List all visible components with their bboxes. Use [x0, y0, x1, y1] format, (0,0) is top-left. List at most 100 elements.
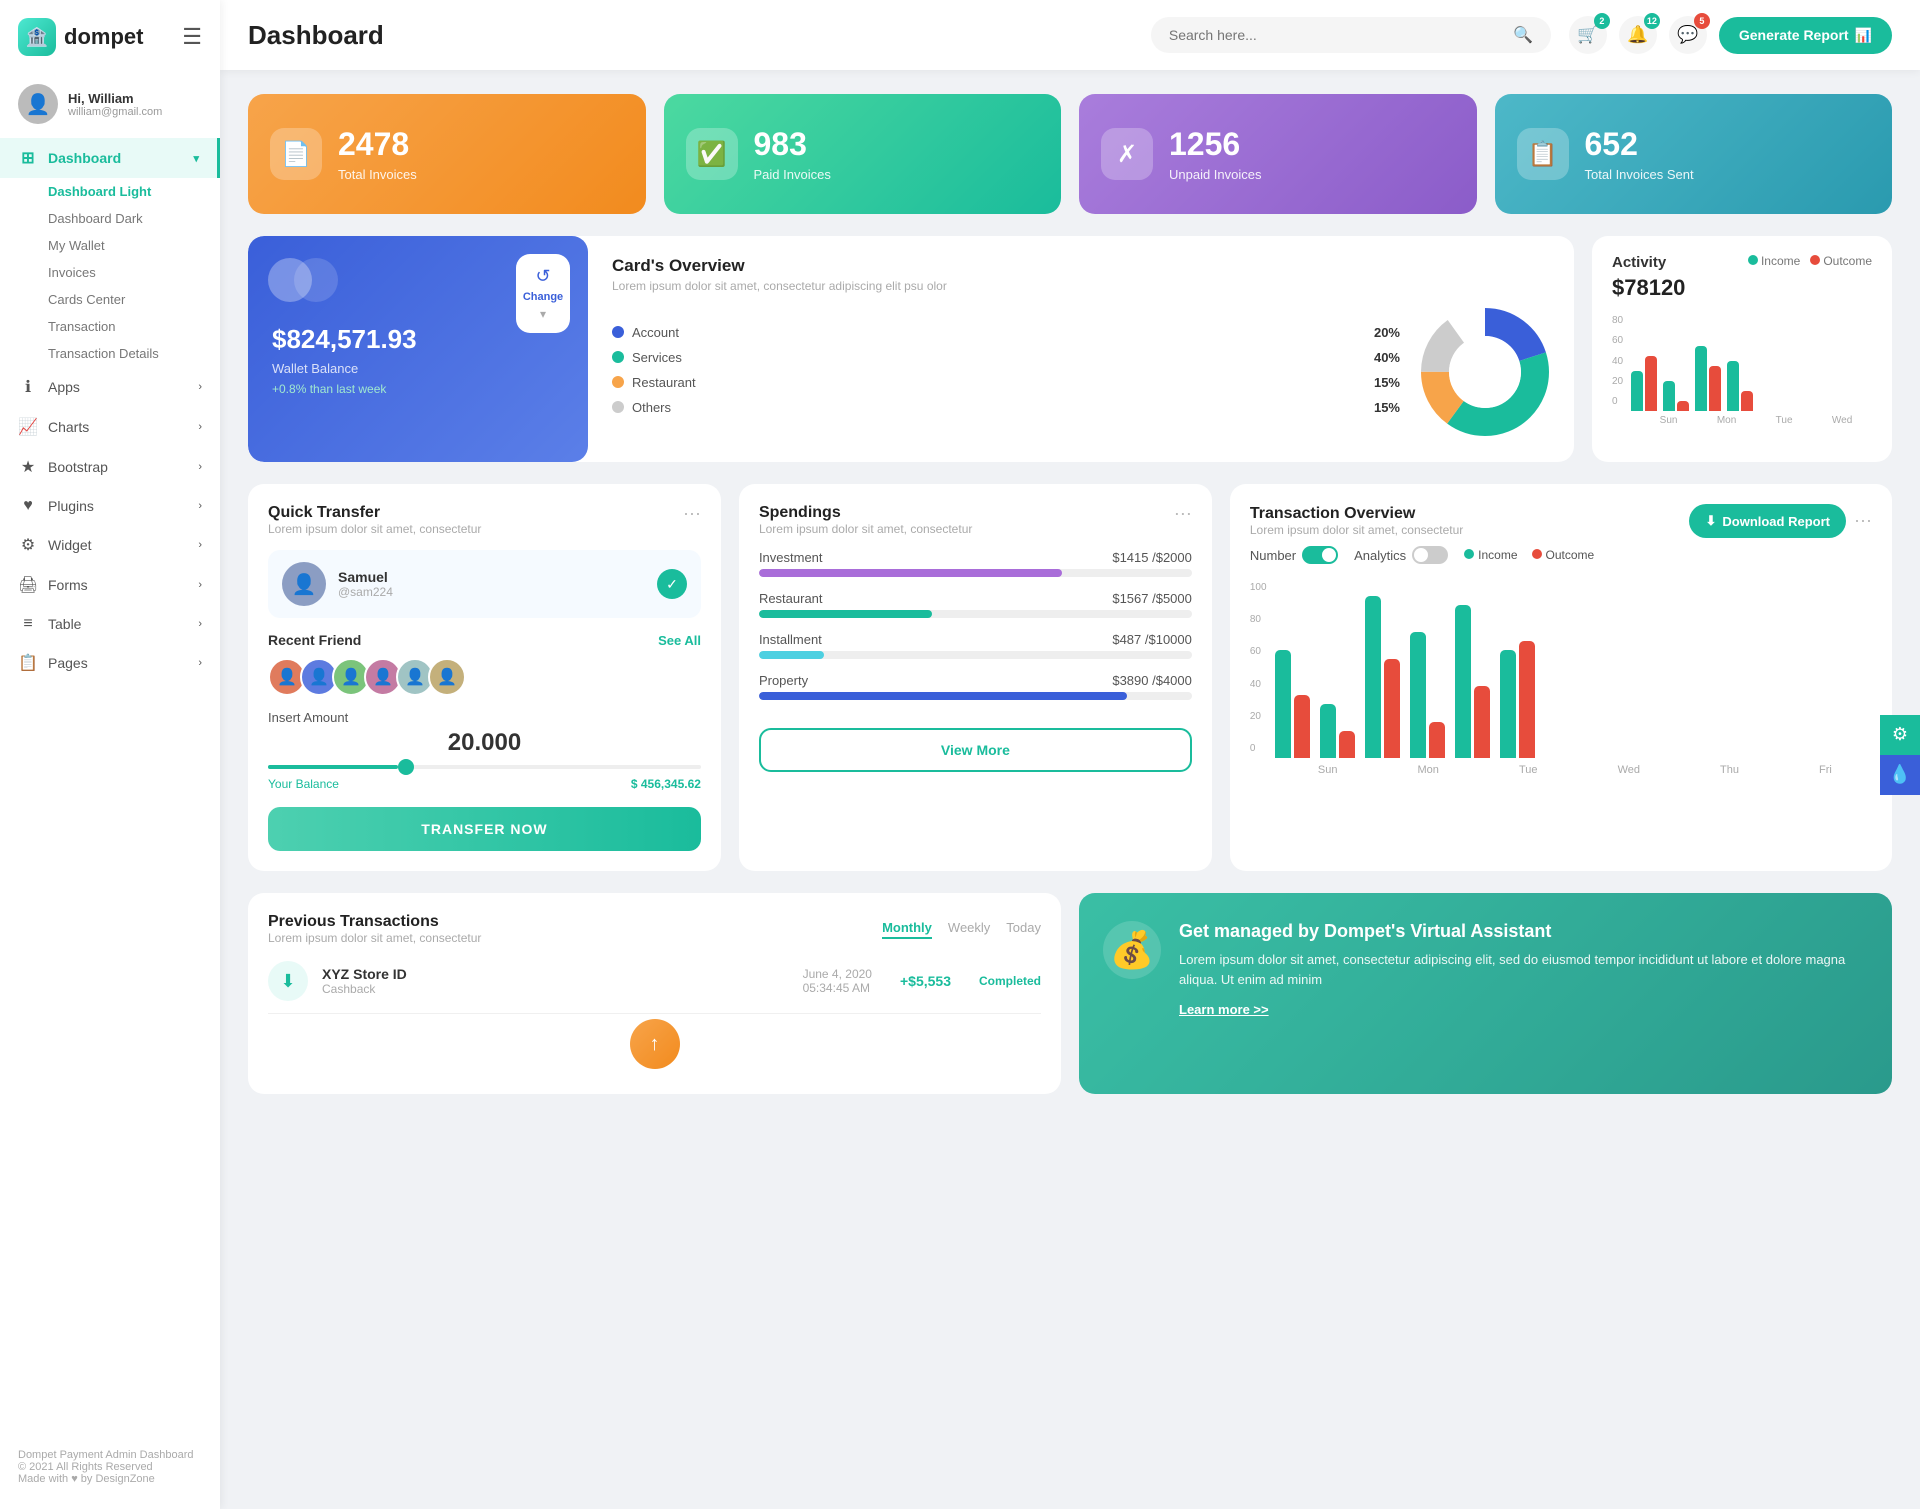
tx-subtitle: Lorem ipsum dolor sit amet, consectetur: [1250, 523, 1463, 537]
tx-bar-chart: 100806040200: [1250, 578, 1872, 758]
stat-card-unpaid-invoices: ✗ 1256 Unpaid Invoices: [1079, 94, 1477, 214]
sidebar-item-charts[interactable]: 📈 Charts ›: [0, 407, 220, 447]
tx-legend: Income Outcome: [1464, 548, 1594, 562]
download-report-button[interactable]: ⬇ Download Report: [1689, 504, 1846, 538]
subnav-transaction[interactable]: Transaction: [48, 313, 220, 340]
dashboard-subnav: Dashboard Light Dashboard Dark My Wallet…: [0, 178, 220, 367]
subnav-my-wallet[interactable]: My Wallet: [48, 232, 220, 259]
bell-icon-wrap[interactable]: 🔔 12: [1619, 16, 1657, 54]
cart-icon-wrap[interactable]: 🛒 2: [1569, 16, 1607, 54]
activity-bar-chart: 806040200: [1612, 311, 1872, 411]
chevron-down-icon2: ▾: [540, 307, 546, 321]
sidebar-label-bootstrap: Bootstrap: [48, 459, 108, 475]
card-ov-legend: Account 20% Services 40% Restaurant: [612, 325, 1400, 425]
theme-float-button[interactable]: 💧: [1880, 755, 1920, 795]
apps-icon: ℹ: [18, 377, 38, 397]
tx-date-val: June 4, 2020: [803, 967, 872, 981]
view-more-button[interactable]: View More: [759, 728, 1192, 772]
sent-invoices-value: 652: [1585, 126, 1694, 163]
amount-slider[interactable]: [268, 765, 701, 769]
search-input[interactable]: [1169, 27, 1505, 43]
card-ov-subtitle: Lorem ipsum dolor sit amet, consectetur …: [612, 279, 1550, 293]
tx-bar-sun-income: [1275, 650, 1291, 758]
wallet-card: ↺ Change ▾ $824,571.93 Wallet Balance +0…: [248, 236, 588, 462]
tx-bar-thu: [1455, 605, 1490, 758]
tx-bar-thu-outcome: [1474, 686, 1490, 758]
chat-icon-wrap[interactable]: 💬 5: [1669, 16, 1707, 54]
stat-info-unpaid: 1256 Unpaid Invoices: [1169, 126, 1262, 182]
spending-restaurant-amount: $1567 /$5000: [1112, 591, 1192, 606]
sidebar: 🏦 dompet ☰ 👤 Hi, William william@gmail.c…: [0, 0, 220, 1509]
friends-avatars: 👤 👤 👤 👤 👤 👤: [268, 658, 701, 696]
subnav-cards-center[interactable]: Cards Center: [48, 286, 220, 313]
account-label: Account: [632, 325, 1374, 340]
va-desc: Lorem ipsum dolor sit amet, consectetur …: [1179, 950, 1868, 989]
number-toggle[interactable]: [1302, 546, 1338, 564]
sidebar-item-widget[interactable]: ⚙ Widget ›: [0, 525, 220, 565]
chevron-right-icon3: ›: [198, 461, 202, 473]
tab-monthly[interactable]: Monthly: [882, 920, 932, 939]
slider-thumb: [398, 759, 414, 775]
subnav-transaction-details[interactable]: Transaction Details: [48, 340, 220, 367]
quick-transfer-sub: Lorem ipsum dolor sit amet, consectetur: [268, 522, 481, 536]
more-options-icon[interactable]: ⋯: [683, 504, 701, 525]
sidebar-item-forms[interactable]: 🖨 Forms ›: [0, 565, 220, 605]
quick-transfer-title: Quick Transfer: [268, 504, 481, 522]
recent-friends-header: Recent Friend See All: [268, 632, 701, 648]
transfer-now-button[interactable]: TRANSFER NOW: [268, 807, 701, 851]
spending-investment-label: Investment: [759, 550, 823, 565]
see-all-link[interactable]: See All: [658, 633, 701, 648]
activity-amount: $78120: [1612, 275, 1872, 301]
sidebar-item-plugins[interactable]: ♥ Plugins ›: [0, 487, 220, 525]
subnav-invoices[interactable]: Invoices: [48, 259, 220, 286]
sidebar-item-table[interactable]: ≡ Table ›: [0, 605, 220, 643]
tx-income-label: Income: [1478, 548, 1517, 562]
settings-float-button[interactable]: ⚙: [1880, 715, 1920, 755]
footer-copy: © 2021 All Rights Reserved: [18, 1461, 202, 1473]
outcome-dot: [1810, 255, 1820, 265]
card-ov-body: Card's Overview Lorem ipsum dolor sit am…: [588, 236, 1574, 462]
sidebar-item-pages[interactable]: 📋 Pages ›: [0, 643, 220, 683]
sidebar-item-apps[interactable]: ℹ Apps ›: [0, 367, 220, 407]
change-label: Change: [523, 291, 563, 303]
subnav-dashboard-dark[interactable]: Dashboard Dark: [48, 205, 220, 232]
tx-time-val: 05:34:45 AM: [803, 981, 872, 995]
hamburger-menu[interactable]: ☰: [182, 24, 202, 50]
footer-made-by: Made with ♥ by DesignZone: [18, 1473, 202, 1485]
header: Dashboard 🔍 🛒 2 🔔 12 💬 5 Generate Report…: [220, 0, 1920, 70]
spendings-more-icon[interactable]: ⋯: [1174, 504, 1192, 525]
card-overview-panel: ↺ Change ▾ $824,571.93 Wallet Balance +0…: [248, 236, 1574, 462]
tx-bar-fri-income: [1500, 650, 1516, 758]
chevron-right-icon2: ›: [198, 421, 202, 433]
sidebar-label-dashboard: Dashboard: [48, 150, 121, 166]
table-icon: ≡: [18, 615, 38, 633]
analytics-toggle[interactable]: [1412, 546, 1448, 564]
va-icon: 💰: [1103, 921, 1161, 979]
logo-text: dompet: [64, 24, 143, 50]
table-row: ⬇ XYZ Store ID Cashback June 4, 2020 05:…: [268, 949, 1041, 1014]
tab-weekly[interactable]: Weekly: [948, 920, 990, 939]
change-button[interactable]: ↺ Change ▾: [516, 254, 570, 333]
income-dot: [1748, 255, 1758, 265]
toggle-row: Number Analytics Income Outcome: [1250, 546, 1872, 564]
sidebar-footer: Dompet Payment Admin Dashboard © 2021 Al…: [0, 1435, 220, 1499]
balance-row: Your Balance $ 456,345.62: [268, 777, 701, 791]
tx-bar-mon-outcome: [1339, 731, 1355, 758]
bell-badge: 12: [1644, 13, 1660, 29]
download-label: Download Report: [1722, 514, 1830, 529]
tab-today[interactable]: Today: [1006, 920, 1041, 939]
number-label: Number: [1250, 548, 1296, 563]
tx-amount: +$5,553: [900, 973, 951, 989]
nav-section: ⊞ Dashboard ▾ Dashboard Light Dashboard …: [0, 138, 220, 683]
spending-installment-amount: $487 /$10000: [1112, 632, 1192, 647]
spending-restaurant-label: Restaurant: [759, 591, 823, 606]
sidebar-item-bootstrap[interactable]: ★ Bootstrap ›: [0, 447, 220, 487]
generate-report-button[interactable]: Generate Report 📊: [1719, 17, 1892, 54]
friend-avatar-6: 👤: [428, 658, 466, 696]
sidebar-item-dashboard[interactable]: ⊞ Dashboard ▾: [0, 138, 220, 178]
va-learn-more-link[interactable]: Learn more >>: [1179, 1002, 1269, 1017]
tx-more-icon[interactable]: ⋯: [1854, 511, 1872, 532]
subnav-dashboard-light[interactable]: Dashboard Light: [48, 178, 220, 205]
tx-date: June 4, 2020 05:34:45 AM: [803, 967, 872, 995]
spending-restaurant-bar-bg: [759, 610, 1192, 618]
